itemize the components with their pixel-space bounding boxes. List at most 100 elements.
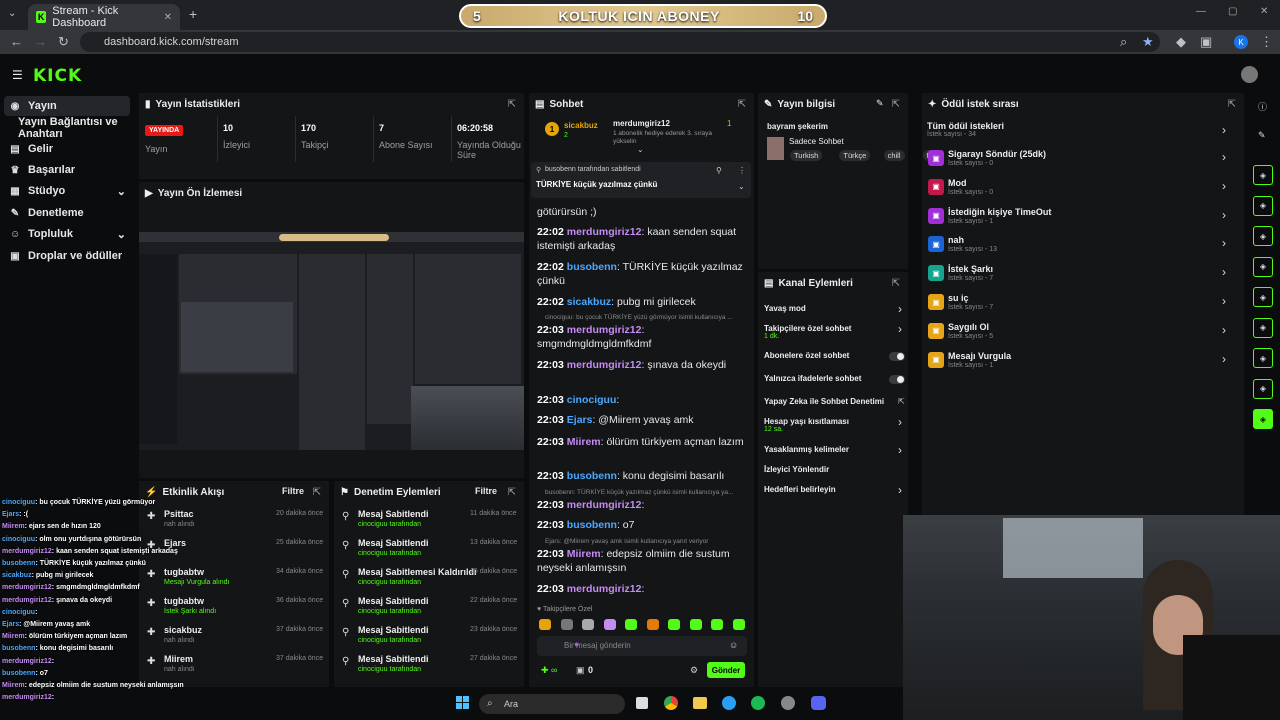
emote-icon[interactable] [668, 619, 680, 630]
game-icon[interactable]: ◈ [1253, 409, 1273, 429]
moderation-filter-button[interactable]: Filtre [475, 486, 497, 496]
chevron-right-icon[interactable]: › [1222, 236, 1226, 250]
emote-icon[interactable] [625, 619, 637, 630]
chevron-right-icon[interactable]: › [898, 483, 902, 497]
chat-username[interactable]: Miirem [567, 548, 601, 560]
tag-chip[interactable]: chill [883, 150, 905, 161]
file-explorer-icon[interactable] [693, 697, 707, 709]
task-view-icon[interactable] [636, 697, 648, 709]
channel-action-label[interactable]: Yapay Zeka ile Sohbet Denetimi [764, 397, 884, 406]
channel-action-label[interactable]: Hedefleri belirleyin [764, 485, 836, 494]
sidebar-item-droplar[interactable]: ▣ Droplar ve ödüller [4, 246, 130, 266]
windows-start-icon[interactable] [456, 696, 470, 710]
list-icon[interactable]: ◈ [1253, 317, 1273, 338]
reward-label[interactable]: su iç [948, 293, 969, 303]
target-icon[interactable]: ◈ [1253, 165, 1273, 185]
emote-icon[interactable] [560, 619, 573, 630]
bolt-icon[interactable]: ◈ [1253, 195, 1273, 216]
chevron-right-icon[interactable]: › [898, 443, 902, 457]
info-icon[interactable]: ⓘ [1258, 100, 1267, 113]
hamburger-icon[interactable]: ☰ [12, 68, 23, 82]
menu-dots-icon[interactable]: ⋮ [1260, 34, 1273, 50]
chat-username[interactable]: busobenn [567, 519, 617, 531]
stream-preview-video[interactable] [139, 232, 524, 450]
close-window-icon[interactable]: ✕ [1260, 6, 1268, 17]
kick-logo[interactable]: KICK [33, 66, 82, 86]
doc-icon[interactable]: ◈ [1253, 226, 1273, 246]
reward-label[interactable]: Mod [948, 178, 967, 188]
channel-action-label[interactable]: Yalnızca ifadelerle sohbet [764, 374, 861, 383]
chat-username[interactable]: Miirem [567, 436, 601, 448]
chevron-right-icon[interactable]: › [1222, 294, 1226, 308]
chat-username[interactable]: merdumgiriz12 [567, 324, 642, 336]
sidebar-item-yayin[interactable]: ◉ Yayın [4, 96, 130, 116]
settings-gear-icon[interactable]: ⚙ [690, 665, 698, 676]
chevron-right-icon[interactable]: › [898, 322, 902, 336]
sidebar-item-studyo[interactable]: ▦ Stüdyo ⌄ [4, 181, 130, 201]
sidebar-item-denetleme[interactable]: ✎ Denetleme [4, 203, 130, 223]
activity-filter-button[interactable]: Filtre [282, 486, 304, 496]
puzzle-icon[interactable]: ▣ [1200, 34, 1212, 50]
chat-icon[interactable]: ◈ [1253, 256, 1273, 277]
sidebar-item-gelir[interactable]: ▤ Gelir [4, 139, 130, 159]
expand-icon[interactable]: ⇱ [892, 99, 900, 110]
chat-username[interactable]: cinociguu [567, 394, 617, 406]
emote-icon[interactable] [732, 619, 745, 630]
maximize-icon[interactable]: ▢ [1228, 6, 1237, 17]
emote-icon[interactable] [711, 619, 723, 630]
chevron-right-icon[interactable]: › [898, 415, 902, 429]
expand-icon[interactable]: ⇱ [892, 278, 900, 289]
emote-icon[interactable] [603, 619, 616, 630]
toggle-switch[interactable] [889, 375, 905, 384]
chat-username[interactable]: merdumgiriz12 [567, 499, 642, 511]
edge-icon[interactable] [722, 696, 736, 710]
edit-icon[interactable]: ✎ [876, 98, 884, 109]
extension-icon[interactable]: ◆ [1176, 34, 1186, 50]
share-icon[interactable]: ◈ [1253, 378, 1273, 399]
channel-action-label[interactable]: Hesap yaşı kısıtlaması [764, 417, 849, 426]
expand-icon[interactable]: ⇱ [508, 99, 516, 110]
reward-label[interactable]: nah [948, 235, 964, 245]
channel-action-label[interactable]: Abonelere özel sohbet [764, 351, 849, 360]
channel-action-label[interactable]: İzleyici Yönlendir [764, 465, 829, 474]
chat-username[interactable]: merdumgiriz12 [567, 226, 642, 238]
sidebar-item-basarilar[interactable]: ♛ Başarılar [4, 160, 130, 180]
reward-label[interactable]: İstek Şarkı [948, 264, 993, 274]
chevron-right-icon[interactable]: › [1222, 179, 1226, 193]
chevron-right-icon[interactable]: › [898, 302, 902, 316]
channel-action-label[interactable]: Yasaklanmış kelimeler [764, 445, 849, 454]
user-avatar[interactable] [1241, 66, 1258, 83]
discord-icon[interactable] [811, 696, 826, 710]
emote-icon[interactable] [582, 619, 594, 630]
chevron-right-icon[interactable]: › [1222, 352, 1226, 366]
send-button[interactable]: Gönder [707, 662, 745, 678]
tab-list-icon[interactable]: ⌄ [8, 8, 16, 19]
all-rewards-label[interactable]: Tüm ödül istekleri [927, 121, 1004, 131]
wrench-icon[interactable]: ◈ [1253, 348, 1273, 368]
toggle-switch[interactable] [889, 352, 905, 361]
expand-icon[interactable]: ⇱ [313, 487, 321, 498]
chat-username[interactable]: busobenn [567, 470, 617, 482]
steam-icon[interactable] [781, 696, 795, 710]
close-tab-icon[interactable]: ✕ [164, 12, 172, 23]
reward-label[interactable]: Mesajı Vurgula [948, 351, 1011, 361]
chat-username[interactable]: sicakbuz [567, 296, 611, 308]
minimize-icon[interactable]: — [1196, 6, 1206, 17]
reward-label[interactable]: Saygılı Ol [948, 322, 989, 332]
tag-chip[interactable]: Türkçe [839, 150, 871, 161]
taskbar-search[interactable] [479, 694, 625, 714]
chat-username[interactable]: Ejars [567, 414, 593, 426]
unpin-icon[interactable]: ⚲ [716, 166, 722, 175]
tag-chip[interactable]: Turkish [790, 150, 823, 161]
forward-icon[interactable]: → [34, 34, 47, 49]
chevron-right-icon[interactable]: › [1222, 208, 1226, 222]
spotify-icon[interactable] [751, 696, 765, 710]
expand-icon[interactable]: ⇱ [508, 487, 516, 498]
sidebar-item-topluluk[interactable]: ☺ Topluluk ⌄ [4, 224, 130, 244]
collapse-icon[interactable]: ⌄ [637, 145, 644, 154]
chevron-right-icon[interactable]: › [1222, 123, 1226, 137]
chevron-right-icon[interactable]: › [1222, 265, 1226, 279]
emote-icon[interactable] [689, 619, 702, 630]
chevron-down-icon[interactable]: ⌄ [738, 182, 745, 191]
reward-label[interactable]: İstediğin kişiye TimeOut [948, 207, 1051, 217]
